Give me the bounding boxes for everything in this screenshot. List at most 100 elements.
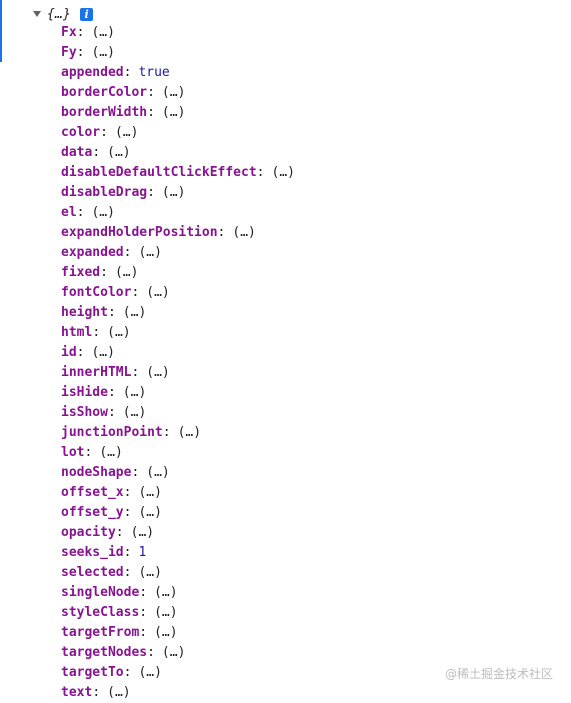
property-row-disableDrag[interactable]: disableDrag: (…) [61, 183, 295, 203]
lazy-value-getter[interactable]: (…) [115, 125, 138, 140]
property-row-junctionPoint[interactable]: junctionPoint: (…) [61, 423, 295, 443]
lazy-value-getter[interactable]: (…) [146, 365, 169, 380]
property-row-styleClass[interactable]: styleClass: (…) [61, 603, 295, 623]
property-key: color [61, 125, 101, 140]
lazy-value-getter[interactable]: (…) [162, 645, 185, 660]
lazy-value-getter[interactable]: (…) [146, 465, 169, 480]
property-colon: : [139, 625, 148, 640]
property-colon: : [92, 685, 101, 700]
lazy-value-getter[interactable]: (…) [138, 245, 161, 260]
lazy-value-getter[interactable]: (…) [162, 185, 185, 200]
property-row-singleNode[interactable]: singleNode: (…) [61, 583, 295, 603]
lazy-value-getter[interactable]: (…) [115, 265, 138, 280]
lazy-value-getter[interactable]: (…) [91, 45, 114, 60]
property-row-fixed[interactable]: fixed: (…) [61, 263, 295, 283]
property-colon: : [147, 185, 155, 200]
property-row-targetNodes[interactable]: targetNodes: (…) [61, 643, 295, 663]
property-colon: : [131, 465, 140, 480]
property-row-selected[interactable]: selected: (…) [61, 563, 295, 583]
lazy-value-getter[interactable]: (…) [99, 445, 122, 460]
lazy-value-getter[interactable]: (…) [154, 625, 177, 640]
lazy-value-getter[interactable]: (…) [123, 385, 146, 400]
property-row-isShow[interactable]: isShow: (…) [61, 403, 295, 423]
property-colon: : [76, 45, 85, 60]
property-colon: : [76, 205, 85, 220]
lazy-value-getter[interactable]: (…) [123, 305, 146, 320]
property-row-text[interactable]: text: (…) [61, 683, 295, 703]
lazy-value-getter[interactable]: (…) [138, 665, 161, 680]
property-row-seeks_id[interactable]: seeks_id: 1 [61, 543, 295, 563]
lazy-value-getter[interactable]: (…) [272, 165, 295, 180]
lazy-value-getter[interactable]: (…) [232, 225, 255, 240]
lazy-value-getter[interactable]: (…) [131, 525, 154, 540]
lazy-value-getter[interactable]: (…) [154, 605, 177, 620]
lazy-value-getter[interactable]: (…) [178, 425, 201, 440]
property-row-nodeShape[interactable]: nodeShape: (…) [61, 463, 295, 483]
property-row-Fx[interactable]: Fx: (…) [61, 23, 295, 43]
property-row-borderWidth[interactable]: borderWidth: (…) [61, 103, 295, 123]
property-row-targetFrom[interactable]: targetFrom: (…) [61, 623, 295, 643]
property-colon: : [92, 145, 101, 160]
property-colon: : [131, 365, 140, 380]
property-colon: : [139, 605, 148, 620]
lazy-value-getter[interactable]: (…) [162, 85, 185, 100]
property-colon: : [162, 425, 171, 440]
lazy-value-getter[interactable]: (…) [146, 285, 169, 300]
lazy-value-getter[interactable]: (…) [91, 345, 114, 360]
property-row-el[interactable]: el: (…) [61, 203, 295, 223]
property-row-isHide[interactable]: isHide: (…) [61, 383, 295, 403]
lazy-value-getter[interactable]: (…) [138, 565, 161, 580]
lazy-value-getter[interactable]: (…) [138, 485, 161, 500]
property-row-expanded[interactable]: expanded: (…) [61, 243, 295, 263]
property-row-appended[interactable]: appended: true [61, 63, 295, 83]
property-colon: : [123, 245, 132, 260]
property-colon: : [147, 105, 155, 120]
lazy-value-getter[interactable]: (…) [138, 505, 161, 520]
info-icon[interactable]: i [80, 7, 94, 21]
property-key: expanded [61, 245, 124, 260]
property-key: lot [61, 445, 85, 460]
property-row-disableDefaultClickEffect[interactable]: disableDefaultClickEffect: (…) [61, 163, 295, 183]
expand-toggle-icon[interactable] [33, 11, 41, 17]
lazy-value-getter[interactable]: (…) [107, 325, 130, 340]
property-row-id[interactable]: id: (…) [61, 343, 295, 363]
property-row-html[interactable]: html: (…) [61, 323, 295, 343]
property-row-data[interactable]: data: (…) [61, 143, 295, 163]
lazy-value-getter[interactable]: (…) [107, 145, 130, 160]
property-key: targetFrom [61, 625, 140, 640]
property-colon: : [107, 405, 116, 420]
property-key: seeks_id [61, 545, 124, 560]
property-row-height[interactable]: height: (…) [61, 303, 295, 323]
property-colon: : [107, 305, 116, 320]
lazy-value-getter[interactable]: (…) [107, 685, 130, 700]
property-key: offset_y [61, 505, 124, 520]
lazy-value-getter[interactable]: (…) [162, 105, 185, 120]
property-key: styleClass [61, 605, 140, 620]
object-header[interactable]: {…} i [33, 5, 94, 23]
lazy-value-getter[interactable]: (…) [91, 205, 114, 220]
property-key: isHide [61, 385, 108, 400]
property-colon: : [123, 565, 132, 580]
property-colon: : [147, 645, 155, 660]
property-row-Fy[interactable]: Fy: (…) [61, 43, 295, 63]
property-row-expandHolderPosition[interactable]: expandHolderPosition: (…) [61, 223, 295, 243]
property-row-offset_y[interactable]: offset_y: (…) [61, 503, 295, 523]
property-row-color[interactable]: color: (…) [61, 123, 295, 143]
lazy-value-getter[interactable]: (…) [154, 585, 177, 600]
property-row-fontColor[interactable]: fontColor: (…) [61, 283, 295, 303]
property-row-innerHTML[interactable]: innerHTML: (…) [61, 363, 295, 383]
property-key: disableDrag [61, 185, 148, 200]
property-row-targetTo[interactable]: targetTo: (…) [61, 663, 295, 683]
property-row-borderColor[interactable]: borderColor: (…) [61, 83, 295, 103]
object-preview: {…} [47, 6, 72, 22]
property-key: fixed [61, 265, 101, 280]
lazy-value-getter[interactable]: (…) [91, 25, 114, 40]
property-colon: : [76, 25, 85, 40]
property-row-lot[interactable]: lot: (…) [61, 443, 295, 463]
property-colon: : [139, 585, 148, 600]
property-list: Fx: (…) Fy: (…) appended: true borderColor: (…)… [61, 23, 295, 703]
lazy-value-getter[interactable]: (…) [123, 405, 146, 420]
property-key: innerHTML [61, 365, 132, 380]
property-row-opacity[interactable]: opacity: (…) [61, 523, 295, 543]
property-row-offset_x[interactable]: offset_x: (…) [61, 483, 295, 503]
